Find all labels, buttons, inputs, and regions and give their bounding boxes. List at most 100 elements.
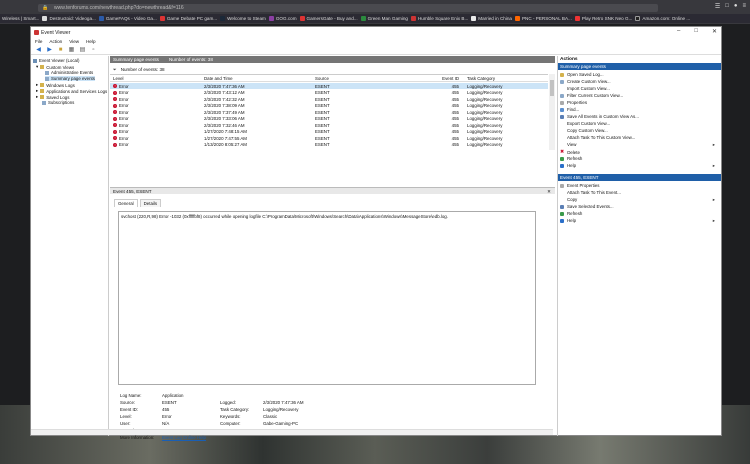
bookmark[interactable]: Green Man Gaming <box>360 16 408 21</box>
table-row[interactable]: ! Error 1/27/2020 7:47:55 AM ESENT 455 Loggin… <box>110 135 548 141</box>
actions-section-event[interactable]: Event 455, ESENT <box>558 174 721 181</box>
table-row[interactable]: ! Error 2/3/2020 7:38:09 AM ESENT 455 Logging… <box>110 103 548 109</box>
action-delete[interactable]: ✖ Delete <box>560 149 580 155</box>
menu-icon[interactable]: ≡ <box>742 3 746 10</box>
menu-view[interactable]: View <box>69 39 79 44</box>
col-task-category[interactable]: Task Category <box>467 76 495 81</box>
filter-row: ⏷ Number of events: 38 <box>110 65 555 73</box>
properties-icon <box>560 183 564 188</box>
title-bar[interactable]: Event Viewer <box>31 27 721 38</box>
table-row[interactable]: ! Error 2/3/2020 7:43:12 AM ESENT 455 Logging… <box>110 90 548 96</box>
table-scrollbar-thumb[interactable] <box>550 80 554 96</box>
bookmark-favicon-icon <box>360 16 366 21</box>
table-row[interactable]: ! Error 2/3/2020 7:33:06 AM ESENT 455 Logging… <box>110 116 548 122</box>
action-import-custom-view[interactable]: Import Custom View... <box>560 86 610 91</box>
error-icon: ! <box>113 84 117 89</box>
import-icon <box>560 87 564 91</box>
event-log-help-link[interactable]: Event Log Online Help <box>162 435 206 440</box>
menu-action[interactable]: Action <box>49 39 62 44</box>
center-pane: Summary page events Number of events: 38… <box>110 56 555 440</box>
back-arrow-icon[interactable]: ◀ <box>35 46 42 53</box>
window-title: Event Viewer <box>41 29 71 36</box>
properties-icon[interactable]: ▤ <box>79 46 86 53</box>
account-icon[interactable]: ● <box>734 3 738 10</box>
tree-item-event-viewer-local[interactable]: Event Viewer (Local) <box>33 58 79 63</box>
action-help-event[interactable]: Help ▸ <box>560 218 718 223</box>
action-save-selected-events[interactable]: Save Selected Events... <box>560 204 614 209</box>
event-message-box[interactable]: svchost (220,R,98) Error -1032 (0xfffffb… <box>118 211 536 385</box>
bookmark[interactable]: Destructoid: Videoga... <box>42 16 96 21</box>
menu-help[interactable]: Help <box>86 39 95 44</box>
action-filter-custom-view[interactable]: Filter Current Custom View... <box>560 93 623 98</box>
pane-toggle-icon[interactable]: ▫ <box>90 46 97 53</box>
error-icon: ! <box>113 123 117 128</box>
action-properties[interactable]: Properties <box>560 100 587 105</box>
col-source[interactable]: Source <box>315 76 329 81</box>
action-export-custom-view[interactable]: Export Custom View... <box>560 121 610 126</box>
table-row[interactable]: ! Error 2/3/2020 7:42:32 AM ESENT 455 Logging… <box>110 96 548 102</box>
table-row[interactable]: ! Error 2/3/2020 7:32:46 AM ESENT 455 Logging… <box>110 122 548 128</box>
forward-arrow-icon[interactable]: ▶ <box>46 46 53 53</box>
action-copy-custom-view[interactable]: Copy Custom View... <box>560 128 608 133</box>
bookmark[interactable]: Married in China <box>471 16 512 21</box>
menu-file[interactable]: File <box>35 39 42 44</box>
horizontal-scrollbar[interactable] <box>31 429 553 435</box>
submenu-arrow-icon: ▸ <box>712 141 715 147</box>
action-help[interactable]: Help ▸ <box>560 163 718 168</box>
col-event-id[interactable]: Event ID <box>437 76 459 81</box>
tab-details[interactable]: Details <box>139 199 162 207</box>
tree-item-summary-page-events[interactable]: Summary page events <box>45 76 95 81</box>
navigation-tree: Event Viewer (Local) ▾ Custom Views Admin… <box>31 56 109 436</box>
bookmark[interactable]: Wireless | Smart... <box>2 16 39 21</box>
subscriptions-icon <box>42 100 46 105</box>
level-label: Level: <box>120 414 132 419</box>
action-save-all-events[interactable]: Save All Events in Custom View As... <box>560 114 639 119</box>
folder-icon[interactable]: ■ <box>57 46 64 53</box>
bookmark[interactable]: GamersGate - Buy and... <box>299 16 358 21</box>
bookmark[interactable]: Amazon.com: Online ... <box>635 16 690 21</box>
tree-item-subscriptions[interactable]: Subscriptions <box>42 100 74 105</box>
console-tree-icon[interactable]: ▦ <box>68 46 75 53</box>
action-refresh-event[interactable]: Refresh <box>560 211 582 216</box>
action-create-custom-view[interactable]: Create Custom View... <box>560 79 611 84</box>
maximize-icon[interactable]: □ <box>694 28 698 35</box>
action-copy[interactable]: Copy ▸ <box>560 197 718 203</box>
bookmark[interactable]: Humble Square Enix B... <box>410 16 468 21</box>
submenu-arrow-icon: ▸ <box>712 162 715 168</box>
folder-icon <box>40 89 45 93</box>
close-icon[interactable]: ✕ <box>547 188 551 195</box>
summary-title: Summary page events <box>113 57 159 62</box>
actions-section-summary[interactable]: Summary page events <box>558 63 721 70</box>
action-event-properties[interactable]: Event Properties <box>560 183 599 188</box>
keywords-value: Classic <box>263 414 278 419</box>
url-bar[interactable]: 🔒 www.tenforums.com/newthread.php?do=new… <box>38 4 658 12</box>
bookmark[interactable]: Welcome to Steam <box>220 16 266 21</box>
error-icon: ! <box>113 103 117 108</box>
action-attach-task-view[interactable]: Attach Task To This Custom View... <box>560 135 635 140</box>
table-row[interactable]: ! Error 2/3/2020 7:37:49 AM ESENT 455 Logging… <box>110 109 548 115</box>
library-icon[interactable]: ☰ <box>715 3 720 10</box>
filter-icon[interactable]: ⏷ <box>113 67 117 72</box>
bookmark[interactable]: Play Retro SNK Neo G... <box>574 16 632 21</box>
sidebar-icon[interactable]: □ <box>725 3 729 10</box>
bookmark[interactable]: PNC - PERSONAL BA... <box>514 16 572 21</box>
action-view[interactable]: View ▸ <box>560 141 718 148</box>
action-find[interactable]: Find... <box>560 107 579 112</box>
action-open-saved-log[interactable]: Open Saved Log... <box>560 72 604 77</box>
action-attach-task-event[interactable]: Attach Task To This Event... <box>560 190 621 195</box>
table-row[interactable]: ! Error 2/3/2020 7:47:36 AM ESENT 455 Logging… <box>110 83 548 89</box>
table-row[interactable]: ! Error 1/13/2020 8:05:27 AM ESENT 455 Loggin… <box>110 142 548 148</box>
action-refresh[interactable]: Refresh <box>560 156 582 161</box>
col-date-time[interactable]: Date and Time <box>204 76 233 81</box>
table-row[interactable]: ! Error 1/27/2020 7:48:15 AM ESENT 455 Loggin… <box>110 129 548 135</box>
bookmark[interactable]: GameFAQs - Video Ga... <box>98 16 157 21</box>
bookmark[interactable]: Game Debate PC gam... <box>159 16 217 21</box>
close-icon[interactable]: ✕ <box>712 28 717 35</box>
col-level[interactable]: Level <box>113 76 124 81</box>
tab-general[interactable]: General <box>114 199 138 207</box>
source-label: Source: <box>120 400 136 405</box>
bookmark[interactable]: GOG.com <box>268 16 297 21</box>
minimize-icon[interactable]: – <box>677 28 680 35</box>
browser-chrome: 🔒 www.tenforums.com/newthread.php?do=new… <box>0 0 750 24</box>
tree-item-administrative-events[interactable]: Administrative Events <box>45 70 93 75</box>
